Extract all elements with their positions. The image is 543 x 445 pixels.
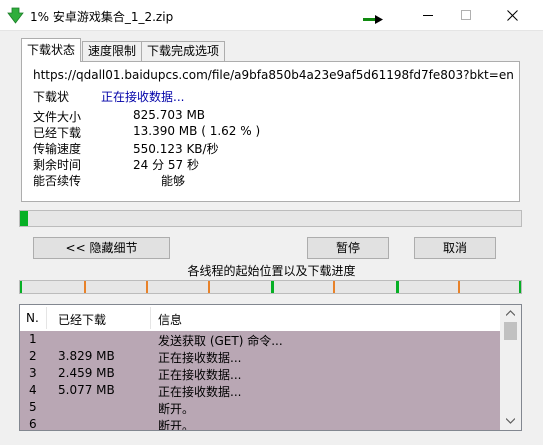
speed-value: 550.123 KB/秒	[133, 142, 219, 156]
scrollbar-thumb[interactable]	[504, 322, 517, 340]
threads-progress-bar	[19, 280, 522, 294]
row-number: 4	[29, 383, 37, 397]
list-rows: 1 发送获取 (GET) 命令... 2 3.829 MB 正在接收数据... …	[20, 331, 500, 431]
downloaded-value: 13.390 MB ( 1.62 % )	[133, 124, 261, 138]
row-downloaded: 2.459 MB	[58, 366, 115, 380]
maximize-button[interactable]	[443, 0, 489, 31]
col-header-info[interactable]: 信息	[158, 311, 182, 328]
tab-completion-options[interactable]: 下载完成选项	[141, 41, 226, 61]
resume-value: 能够	[161, 174, 186, 188]
hide-details-button[interactable]: << 隐藏细节	[33, 237, 170, 259]
row-downloaded: 3.829 MB	[58, 349, 115, 363]
scroll-up-icon[interactable]	[506, 310, 515, 316]
state-value: 正在接收数据...	[101, 90, 185, 104]
row-number: 6	[29, 417, 37, 431]
row-number: 3	[29, 366, 37, 380]
column-divider[interactable]	[46, 307, 47, 329]
download-app-icon	[7, 7, 24, 24]
tab-speed-limit[interactable]: 速度限制	[82, 41, 143, 61]
row-number: 1	[29, 332, 37, 346]
pause-button[interactable]: 暂停	[307, 237, 389, 259]
download-url: https://qdall01.baidupcs.com/file/a9bfa8…	[33, 68, 513, 82]
list-header: N. 已经下载 信息	[20, 305, 500, 331]
thread-marker	[333, 281, 335, 293]
list-item[interactable]: 1 发送获取 (GET) 命令...	[20, 331, 500, 348]
arrow-right-icon	[363, 15, 383, 24]
file-size-label: 文件大小	[33, 110, 82, 124]
remaining-time-value: 24 分 57 秒	[133, 158, 199, 172]
close-icon	[507, 10, 518, 21]
row-downloaded: 5.077 MB	[58, 383, 115, 397]
vertical-scrollbar[interactable]	[500, 305, 521, 430]
thread-marker	[458, 281, 460, 293]
thread-marker	[519, 281, 521, 293]
minimize-icon	[423, 15, 433, 16]
list-item[interactable]: 2 3.829 MB 正在接收数据...	[20, 348, 500, 365]
scroll-down-icon[interactable]	[506, 418, 515, 424]
col-header-downloaded[interactable]: 已经下载	[58, 311, 106, 328]
thread-marker	[20, 281, 22, 293]
row-info: 断开。	[158, 402, 195, 416]
speed-label: 传输速度	[33, 142, 82, 156]
tab-download-status[interactable]: 下载状态	[21, 38, 82, 62]
col-header-number[interactable]: N.	[26, 311, 39, 325]
thread-marker	[208, 281, 210, 293]
file-size-value: 825.703 MB	[133, 108, 206, 122]
window-title: 1% 安卓游戏集合_1_2.zip	[30, 10, 174, 24]
threads-list[interactable]: N. 已经下载 信息 1 发送获取 (GET) 命令... 2 3.829 MB…	[19, 304, 522, 431]
row-info: 断开。	[158, 419, 195, 431]
list-item[interactable]: 3 2.459 MB 正在接收数据...	[20, 365, 500, 382]
row-info: 发送获取 (GET) 命令...	[158, 334, 283, 348]
progress-fill	[20, 211, 29, 226]
state-label: 下载状	[33, 90, 70, 104]
download-status-panel: https://qdall01.baidupcs.com/file/a9bfa8…	[21, 61, 520, 202]
list-item[interactable]: 5 断开。	[20, 399, 500, 416]
list-item[interactable]: 6 断开。	[20, 416, 500, 431]
thread-marker	[84, 281, 86, 293]
column-divider[interactable]	[150, 307, 151, 329]
maximize-icon	[461, 10, 471, 20]
cancel-button[interactable]: 取消	[414, 237, 496, 259]
row-number: 5	[29, 400, 37, 414]
title-bar: 1% 安卓游戏集合_1_2.zip	[0, 0, 543, 31]
row-info: 正在接收数据...	[158, 385, 242, 399]
row-number: 2	[29, 349, 37, 363]
close-button[interactable]	[489, 0, 535, 31]
list-item[interactable]: 4 5.077 MB 正在接收数据...	[20, 382, 500, 399]
download-progress-bar	[19, 210, 522, 227]
downloaded-label: 已经下载	[33, 126, 82, 140]
thread-marker	[146, 281, 148, 293]
thread-marker	[396, 281, 399, 293]
resume-label: 能否续传	[33, 174, 82, 188]
thread-marker	[271, 281, 274, 293]
row-info: 正在接收数据...	[158, 351, 242, 365]
remaining-time-label: 剩余时间	[33, 158, 82, 172]
row-info: 正在接收数据...	[158, 368, 242, 382]
threads-progress-label: 各线程的起始位置以及下载进度	[187, 264, 356, 278]
